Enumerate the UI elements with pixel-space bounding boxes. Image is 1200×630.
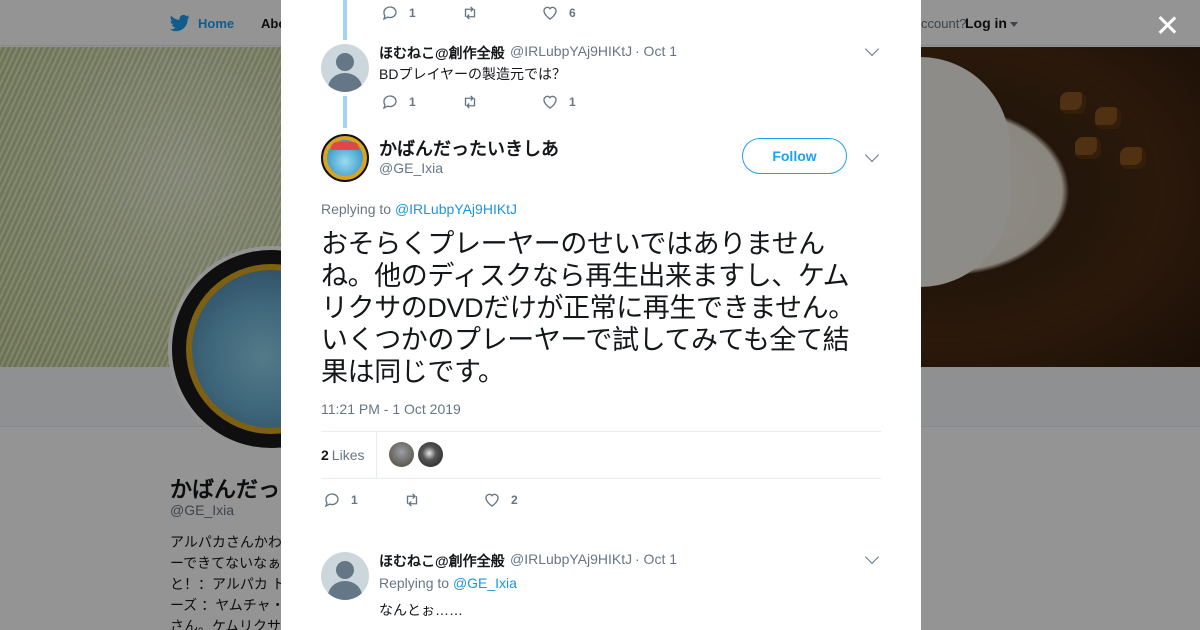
tweet-text: おそらくプレーヤーのせいではありませんね。他のディスクなら再生出来ますし、ケムリ… — [321, 229, 855, 387]
likes-label: Likes — [331, 447, 365, 463]
tweet-date[interactable]: · Oct 1 — [635, 43, 677, 59]
tweet-actions: 1 1 — [381, 92, 576, 112]
like-count: 6 — [569, 6, 576, 20]
heart-icon — [485, 493, 499, 507]
heart-icon — [543, 6, 557, 20]
replying-to-link[interactable]: @IRLubpYAj9HIKtJ — [395, 201, 517, 217]
thread-connector — [343, 96, 347, 128]
like-count: 2 — [511, 493, 518, 507]
tweet-timestamp[interactable]: 11:21 PM - 1 Oct 2019 — [321, 401, 461, 417]
tweet-author-handle[interactable]: @GE_Ixia — [379, 160, 443, 176]
user-avatar[interactable] — [321, 44, 369, 92]
tweet-author-name[interactable]: かばんだったいきしあ — [379, 135, 559, 161]
tweet-permalink-modal: 1 6 ほむねこ@創作全般 @IRLubpYAj9HIKtJ · Oct 1 B… — [281, 0, 921, 630]
liker-avatar[interactable] — [389, 442, 414, 467]
retweet-button[interactable] — [461, 93, 541, 111]
replying-to-link[interactable]: @GE_Ixia — [453, 575, 517, 591]
tweet-date[interactable]: · Oct 1 — [635, 551, 677, 567]
tweet-author-handle[interactable]: @IRLubpYAj9HIKtJ — [510, 43, 632, 59]
replying-to: Replying to @GE_Ixia — [379, 575, 517, 591]
tweet-text: BDプレイヤーの製造元では？ — [379, 66, 567, 82]
retweet-icon — [406, 493, 418, 507]
likes-number: 2 — [321, 447, 329, 463]
reply-icon — [382, 95, 397, 110]
follow-button[interactable]: Follow — [742, 138, 847, 174]
user-avatar[interactable] — [321, 134, 369, 182]
replying-to-prefix: Replying to — [321, 201, 392, 217]
reply-icon — [382, 6, 397, 21]
replying-to: Replying to @IRLubpYAj9HIKtJ — [321, 201, 517, 217]
heart-icon — [543, 95, 557, 109]
likes-stat[interactable]: 2 Likes — [321, 447, 364, 463]
tweet-author-handle[interactable]: @IRLubpYAj9HIKtJ — [510, 551, 632, 567]
chevron-down-icon[interactable] — [864, 147, 880, 163]
tweet-author-name[interactable]: ほむねこ@創作全般 — [379, 43, 505, 63]
user-avatar[interactable] — [321, 552, 369, 600]
chevron-down-icon[interactable] — [864, 41, 880, 57]
retweet-button[interactable] — [403, 491, 483, 509]
like-count: 1 — [569, 95, 576, 109]
thread-connector — [343, 0, 347, 40]
replying-to-prefix: Replying to — [379, 575, 450, 591]
prev-tweet-actions: 1 6 — [381, 3, 576, 23]
reply-icon — [324, 493, 339, 508]
tweet-author-name[interactable]: ほむねこ@創作全般 — [379, 551, 505, 571]
retweet-icon — [464, 95, 476, 109]
reply-button[interactable]: 1 — [381, 4, 461, 22]
tweet-stats: 2 Likes — [321, 431, 881, 479]
reply-count: 1 — [409, 95, 416, 109]
like-button[interactable]: 1 — [541, 93, 576, 111]
tweet-actions: 1 2 — [323, 490, 518, 510]
stats-divider — [376, 432, 377, 478]
retweet-button[interactable] — [461, 4, 541, 22]
reply-count: 1 — [351, 493, 358, 507]
reply-count: 1 — [409, 6, 416, 20]
retweet-icon — [464, 6, 476, 20]
like-button[interactable]: 6 — [541, 4, 576, 22]
reply-button[interactable]: 1 — [323, 491, 403, 509]
reply-button[interactable]: 1 — [381, 93, 461, 111]
liker-avatar[interactable] — [418, 442, 443, 467]
chevron-down-icon[interactable] — [864, 549, 880, 565]
close-icon[interactable] — [1152, 10, 1182, 40]
tweet-text: なんとぉ…… — [379, 602, 463, 618]
like-button[interactable]: 2 — [483, 491, 518, 509]
